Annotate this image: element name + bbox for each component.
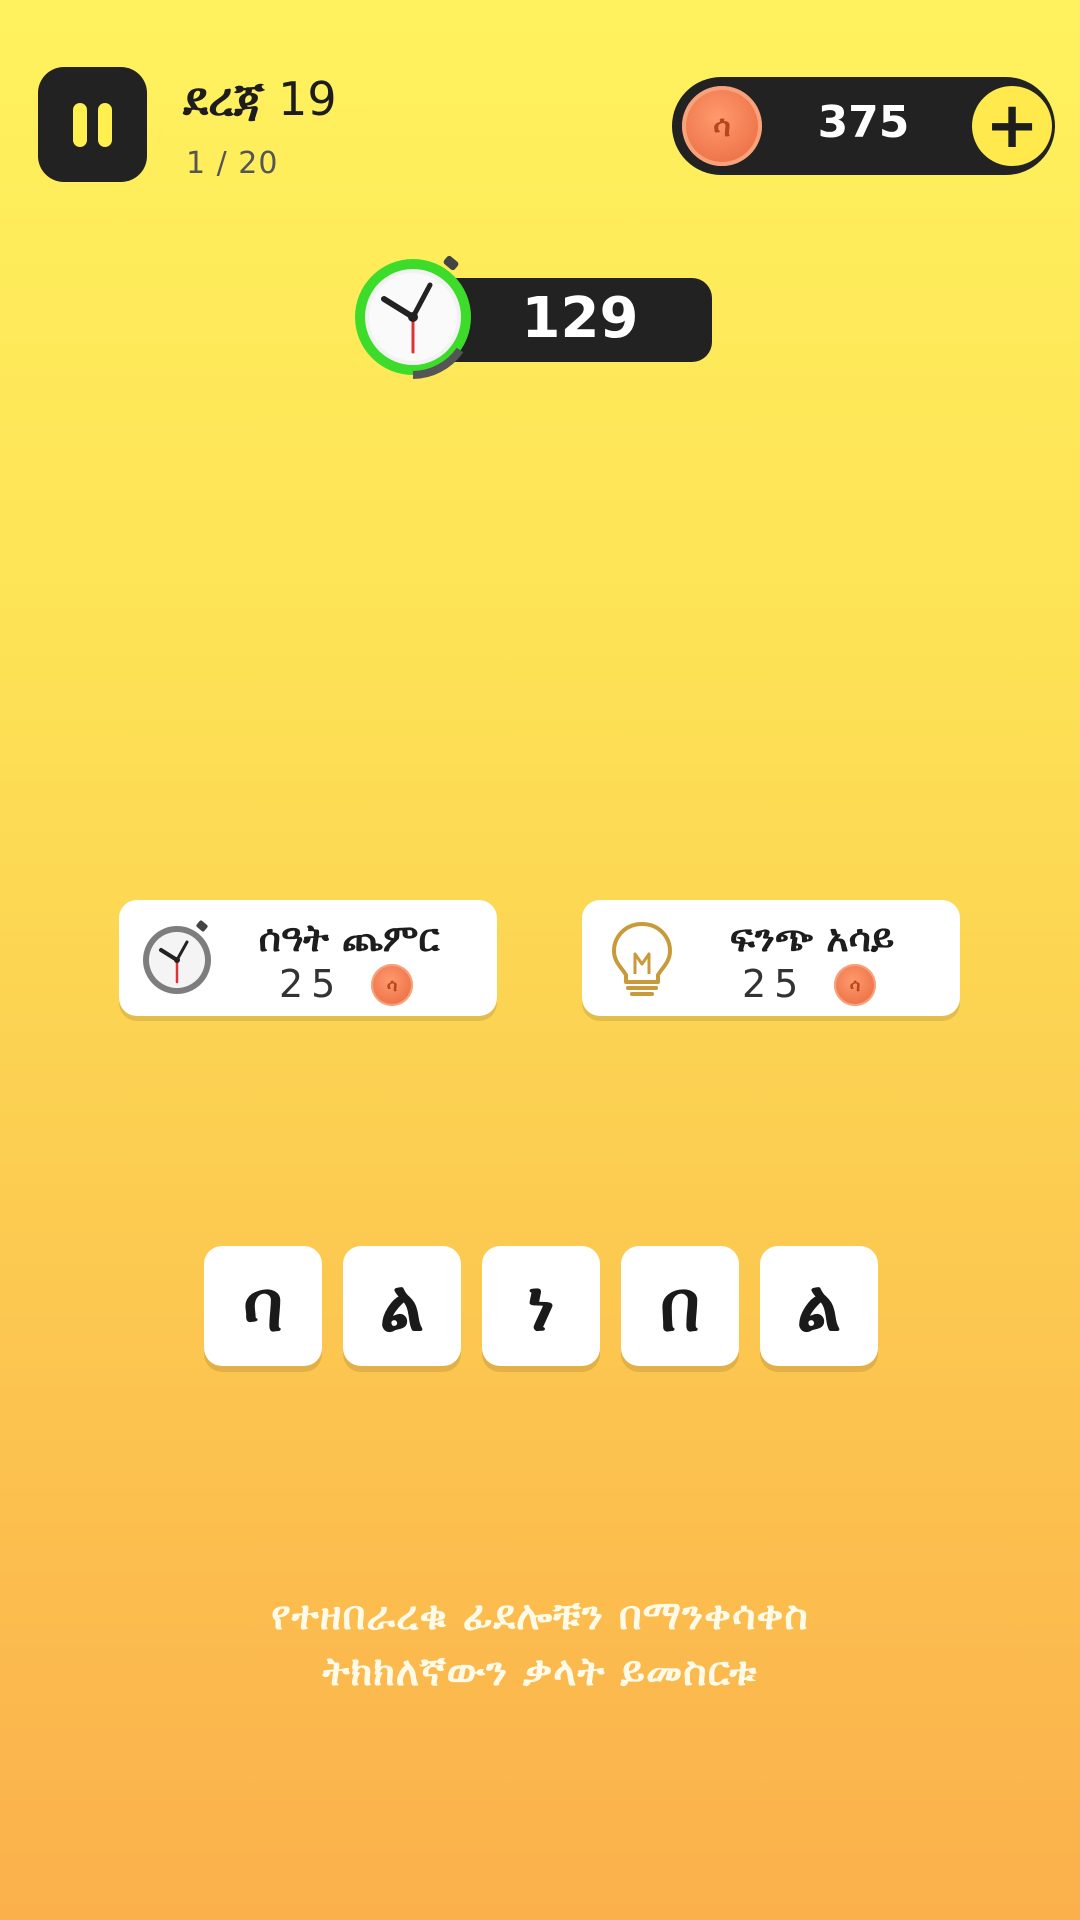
add-coins-button[interactable]: + xyxy=(972,86,1052,166)
add-time-button[interactable]: ሰዓት ጨምር 25 ሳ xyxy=(119,900,497,1016)
letter-tile[interactable]: በ xyxy=(621,1246,739,1366)
level-progress: 1 / 20 xyxy=(186,146,279,181)
show-hint-cost: 25 xyxy=(742,962,807,1006)
level-number: 19 xyxy=(278,72,337,126)
letter-tile[interactable]: ል xyxy=(760,1246,878,1366)
letter-tile[interactable]: ል xyxy=(343,1246,461,1366)
pause-icon xyxy=(73,102,87,147)
letter-tiles: ባ ል ነ በ ል xyxy=(204,1246,878,1366)
show-hint-button[interactable]: ፍንጭ አሳይ 25 ሳ xyxy=(582,900,960,1016)
letter-tile[interactable]: ባ xyxy=(204,1246,322,1366)
letter-tile[interactable]: ነ xyxy=(482,1246,600,1366)
add-time-cost: 25 xyxy=(279,962,344,1006)
coin-icon: ሳ xyxy=(371,964,413,1006)
pause-button[interactable] xyxy=(38,67,147,182)
stopwatch-icon xyxy=(143,920,211,994)
level-title: ደረጃ 19 xyxy=(183,72,337,128)
instructions-text: የተዘበራረቁ ፊደሎቹን በማንቀሳቀስ ትክክለኛውን ቃላት ይመስርቱ xyxy=(140,1588,940,1700)
level-label: ደረጃ xyxy=(183,72,265,126)
instructions-line-1: የተዘበራረቁ ፊደሎቹን በማንቀሳቀስ xyxy=(271,1593,809,1639)
timer-value: 129 xyxy=(521,286,639,351)
show-hint-label: ፍንጭ አሳይ xyxy=(729,916,895,960)
coin-icon: ሳ xyxy=(834,964,876,1006)
coin-balance: ሳ 375 + xyxy=(672,77,1055,175)
add-time-label: ሰዓት ጨምር xyxy=(258,916,440,960)
instructions-line-2: ትክክለኛውን ቃላት ይመስርቱ xyxy=(322,1649,758,1695)
clock-icon xyxy=(355,255,471,379)
lightbulb-icon xyxy=(612,922,672,996)
